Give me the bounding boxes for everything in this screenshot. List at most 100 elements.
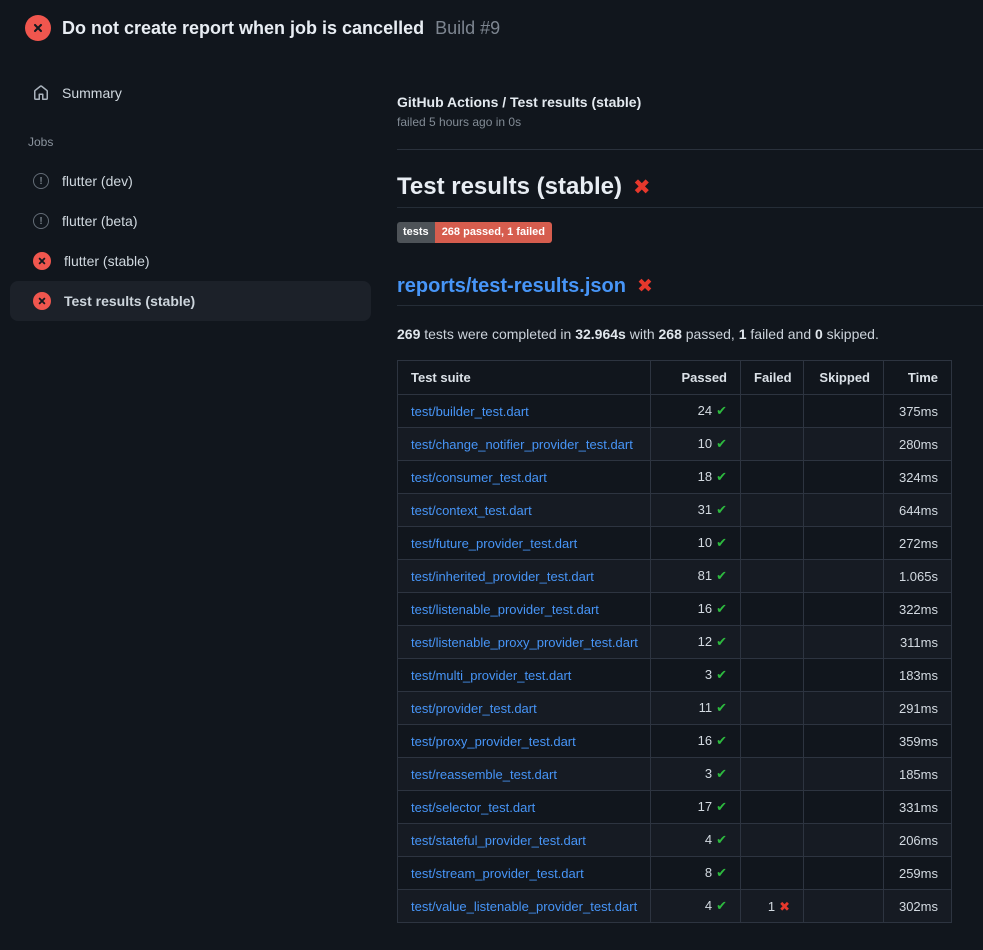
passed-cell: 3✔ bbox=[651, 758, 741, 791]
test-suite-link[interactable]: test/value_listenable_provider_test.dart bbox=[411, 899, 637, 914]
failed-cell: ✖ bbox=[741, 857, 804, 890]
failed-cell: ✖ bbox=[741, 626, 804, 659]
time-cell: 185ms bbox=[884, 758, 952, 791]
test-suite-link[interactable]: test/reassemble_test.dart bbox=[411, 767, 557, 782]
table-row: test/future_provider_test.dart 10✔ ✖ 272… bbox=[398, 527, 952, 560]
sidebar-job-item[interactable]: ! Test results (stable) bbox=[10, 281, 371, 321]
col-skipped: Skipped bbox=[804, 361, 884, 395]
test-suite-link[interactable]: test/consumer_test.dart bbox=[411, 470, 547, 485]
time-cell: 1.065s bbox=[884, 560, 952, 593]
test-suite-link[interactable]: test/listenable_proxy_provider_test.dart bbox=[411, 635, 638, 650]
table-row: test/reassemble_test.dart 3✔ ✖ 185ms bbox=[398, 758, 952, 791]
col-time: Time bbox=[884, 361, 952, 395]
duration: 32.964s bbox=[575, 326, 626, 342]
badge-value: 268 passed, 1 failed bbox=[435, 222, 552, 243]
time-cell: 280ms bbox=[884, 428, 952, 461]
jobs-list: ! flutter (dev) ! flutter (beta) ! bbox=[0, 161, 381, 321]
passed-cell: 31✔ bbox=[651, 494, 741, 527]
failed-cell: ✖ bbox=[741, 527, 804, 560]
time-cell: 375ms bbox=[884, 395, 952, 428]
sidebar-job-label: flutter (beta) bbox=[62, 213, 137, 229]
test-suite-link[interactable]: test/builder_test.dart bbox=[411, 404, 529, 419]
skipped-cell bbox=[804, 527, 884, 560]
skipped-cell bbox=[804, 626, 884, 659]
check-icon: ✔ bbox=[716, 701, 727, 716]
failed-cell: ✖ bbox=[741, 725, 804, 758]
passed-cell: 18✔ bbox=[651, 461, 741, 494]
skipped-cell bbox=[804, 428, 884, 461]
test-suite-link[interactable]: test/inherited_provider_test.dart bbox=[411, 569, 594, 584]
table-row: test/consumer_test.dart 18✔ ✖ 324ms bbox=[398, 461, 952, 494]
report-file-link[interactable]: reports/test-results.json bbox=[397, 273, 626, 299]
sidebar: Summary Jobs ! flutter (dev) ! bbox=[0, 56, 381, 321]
test-suite-link[interactable]: test/stream_provider_test.dart bbox=[411, 866, 584, 881]
test-suite-link[interactable]: test/provider_test.dart bbox=[411, 701, 537, 716]
skipped-cell bbox=[804, 857, 884, 890]
test-suite-link[interactable]: test/multi_provider_test.dart bbox=[411, 668, 571, 683]
sidebar-job-item[interactable]: ! flutter (stable) bbox=[10, 241, 371, 281]
check-icon: ✔ bbox=[716, 404, 727, 419]
home-icon bbox=[33, 85, 49, 101]
breadcrumb: GitHub Actions / Test results (stable) bbox=[397, 94, 983, 110]
cancelled-icon: ! bbox=[33, 173, 49, 189]
time-cell: 291ms bbox=[884, 692, 952, 725]
table-row: test/context_test.dart 31✔ ✖ 644ms bbox=[398, 494, 952, 527]
skipped-cell bbox=[804, 593, 884, 626]
passed-cell: 17✔ bbox=[651, 791, 741, 824]
sidebar-summary-label: Summary bbox=[62, 85, 122, 101]
cancelled-icon: ! bbox=[33, 213, 49, 229]
time-cell: 206ms bbox=[884, 824, 952, 857]
sidebar-job-item[interactable]: ! flutter (dev) bbox=[10, 161, 371, 201]
failed-icon bbox=[33, 292, 51, 310]
sidebar-item-summary[interactable]: Summary bbox=[10, 73, 371, 113]
skipped-cell bbox=[804, 560, 884, 593]
failed-cell: ✖ bbox=[741, 494, 804, 527]
passed-cell: 8✔ bbox=[651, 857, 741, 890]
test-suite-link[interactable]: test/change_notifier_provider_test.dart bbox=[411, 437, 633, 452]
check-run-header: Do not create report when job is cancell… bbox=[0, 0, 983, 56]
test-suite-link[interactable]: test/listenable_provider_test.dart bbox=[411, 602, 599, 617]
badge-label: tests bbox=[397, 222, 435, 243]
table-row: test/proxy_provider_test.dart 16✔ ✖ 359m… bbox=[398, 725, 952, 758]
table-row: test/inherited_provider_test.dart 81✔ ✖ … bbox=[398, 560, 952, 593]
report-heading: reports/test-results.json ✖ bbox=[397, 273, 983, 306]
col-test-suite: Test suite bbox=[398, 361, 651, 395]
passed-cell: 11✔ bbox=[651, 692, 741, 725]
test-suite-link[interactable]: test/future_provider_test.dart bbox=[411, 536, 577, 551]
passed-cell: 10✔ bbox=[651, 527, 741, 560]
table-row: test/listenable_proxy_provider_test.dart… bbox=[398, 626, 952, 659]
test-suite-link[interactable]: test/proxy_provider_test.dart bbox=[411, 734, 576, 749]
time-cell: 322ms bbox=[884, 593, 952, 626]
time-cell: 272ms bbox=[884, 527, 952, 560]
passed-cell: 10✔ bbox=[651, 428, 741, 461]
passed-cell: 12✔ bbox=[651, 626, 741, 659]
cross-icon: ✖ bbox=[779, 900, 790, 915]
test-suite-link[interactable]: test/context_test.dart bbox=[411, 503, 532, 518]
table-row: test/builder_test.dart 24✔ ✖ 375ms bbox=[398, 395, 952, 428]
test-suite-link[interactable]: test/stateful_provider_test.dart bbox=[411, 833, 586, 848]
failed-cell: ✖ bbox=[741, 461, 804, 494]
check-run-title: Do not create report when job is cancell… bbox=[62, 18, 424, 38]
check-icon: ✔ bbox=[716, 602, 727, 617]
check-icon: ✔ bbox=[716, 866, 727, 881]
failed-cross-icon: ✖ bbox=[633, 177, 651, 198]
check-icon: ✔ bbox=[716, 437, 727, 452]
check-icon: ✔ bbox=[716, 635, 727, 650]
table-row: test/listenable_provider_test.dart 16✔ ✖… bbox=[398, 593, 952, 626]
check-icon: ✔ bbox=[716, 734, 727, 749]
passed-cell: 16✔ bbox=[651, 593, 741, 626]
section-title: Test results (stable) bbox=[397, 172, 622, 202]
failed-cell: ✖ bbox=[741, 659, 804, 692]
run-status-text: failed 5 hours ago in 0s bbox=[397, 115, 983, 129]
jobs-section-label: Jobs bbox=[28, 135, 381, 149]
skipped-cell bbox=[804, 395, 884, 428]
failed-cell: ✖ bbox=[741, 758, 804, 791]
skipped-cell bbox=[804, 659, 884, 692]
failed-cell: ✖ bbox=[741, 692, 804, 725]
sidebar-job-item[interactable]: ! flutter (beta) bbox=[10, 201, 371, 241]
check-run-content: GitHub Actions / Test results (stable) f… bbox=[381, 56, 983, 923]
failed-cell: ✖ bbox=[741, 791, 804, 824]
passed-cell: 4✔ bbox=[651, 824, 741, 857]
test-suite-link[interactable]: test/selector_test.dart bbox=[411, 800, 535, 815]
header-divider bbox=[397, 149, 983, 150]
